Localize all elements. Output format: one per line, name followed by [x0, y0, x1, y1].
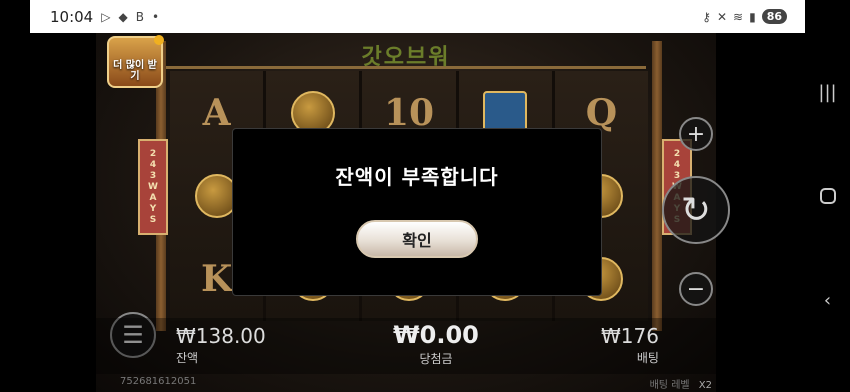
back-icon[interactable]: ‹ [816, 288, 840, 312]
wifi-icon: ≋ [733, 9, 744, 24]
minus-icon: − [686, 276, 706, 302]
dialog-message: 잔액이 부족합니다 [335, 165, 499, 189]
win-label: 당첨금 [419, 352, 453, 366]
more-rewards-label: 더 많이 받기 [113, 60, 157, 82]
balance-value: ₩138.00 [176, 324, 266, 348]
key-icon: ⚷ [702, 9, 711, 24]
title-frame: 갓오브워 [166, 39, 646, 70]
hud-bar: ₩138.00 잔액 ₩0.00 당첨금 ₩176 배팅 [96, 318, 716, 374]
win-display: ₩0.00 당첨금 [376, 321, 496, 367]
balance-display: ₩138.00 잔액 [176, 324, 266, 366]
signal-icon: ▮ [749, 9, 756, 24]
plus-icon: + [686, 121, 706, 147]
game-controller-icon: ◆ [118, 9, 128, 24]
confirm-button[interactable]: 확인 [356, 220, 478, 258]
bet-level-label: 배팅 레벨 [649, 380, 690, 391]
play-store-icon: ▷ [101, 9, 111, 24]
footer-info: 752681612051 배팅 레벨 X2 [120, 376, 712, 391]
mute-icon: ✕ [716, 9, 728, 24]
dot-icon: • [151, 9, 160, 24]
status-time: 10:04 [50, 7, 94, 26]
bet-display: ₩176 배팅 [601, 324, 659, 366]
session-id: 752681612051 [120, 376, 197, 387]
status-bar: 10:04 ▷ ◆ B • ⚷ ✕ ≋ ▮ 86 [30, 0, 805, 33]
battery-badge: 86 [761, 9, 787, 24]
bet-level: 배팅 레벨 X2 [649, 376, 712, 391]
spin-button[interactable]: ↻ [662, 176, 730, 244]
balance-label: 잔액 [176, 351, 199, 365]
ways-banner-left: 243WAYS [138, 139, 168, 235]
home-icon [819, 188, 836, 204]
bet-label: 배팅 [636, 351, 659, 365]
insufficient-balance-dialog: 잔액이 부족합니다 확인 [232, 128, 602, 296]
bet-value: ₩176 [601, 324, 659, 348]
more-rewards-button[interactable]: 더 많이 받기 [107, 35, 164, 88]
spin-icon: ↻ [680, 189, 712, 231]
home-button[interactable] [816, 184, 840, 208]
b-app-icon: B [135, 9, 144, 24]
bet-increase-button[interactable]: + [679, 117, 713, 151]
bet-decrease-button[interactable]: − [679, 272, 713, 306]
recent-apps-icon[interactable]: ||| [816, 80, 840, 104]
win-value: ₩0.00 [393, 321, 479, 349]
frame-pole-right [652, 41, 662, 331]
notification-dot [154, 35, 164, 45]
game-title: 갓오브워 [361, 44, 451, 70]
navigation-bar: ||| ‹ [805, 0, 850, 392]
bet-level-value: X2 [698, 380, 712, 391]
